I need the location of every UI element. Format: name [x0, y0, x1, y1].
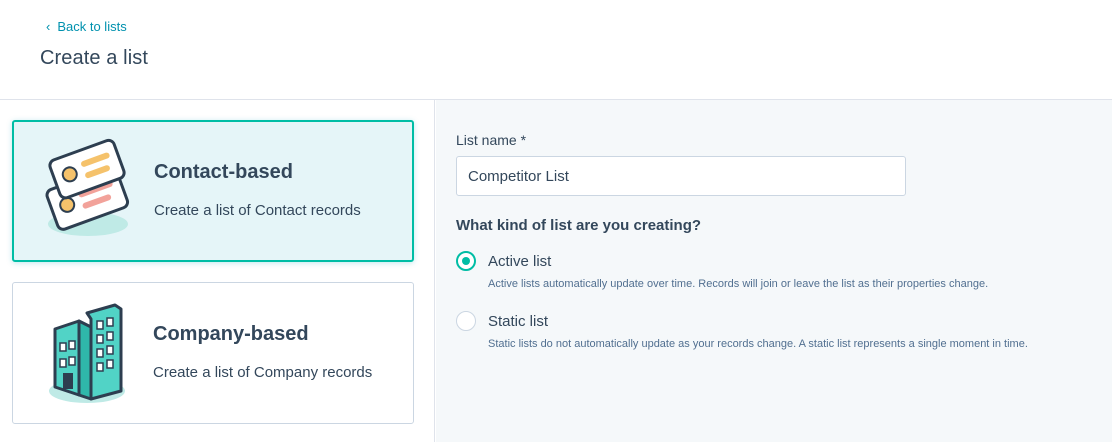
back-to-lists-link[interactable]: ‹ Back to lists	[46, 19, 127, 34]
company-based-card[interactable]: Company-based Create a list of Company r…	[12, 282, 414, 424]
list-kind-question: What kind of list are you creating?	[456, 217, 702, 234]
back-link-label: Back to lists	[57, 19, 127, 34]
active-list-radio[interactable]	[456, 251, 476, 271]
list-name-input[interactable]	[456, 156, 906, 196]
list-type-panel: Contact-based Create a list of Contact r…	[0, 100, 435, 442]
chevron-left-icon: ‹	[46, 19, 51, 34]
list-name-label: List name *	[456, 132, 527, 148]
active-list-option[interactable]: Active list	[456, 251, 551, 271]
static-list-radio[interactable]	[456, 311, 476, 331]
active-list-label: Active list	[488, 252, 552, 270]
list-details-panel: List name * What kind of list are you cr…	[436, 100, 1112, 442]
page-header: ‹ Back to lists Create a list	[0, 0, 1112, 100]
static-list-help: Static lists do not automatically update…	[488, 338, 1028, 350]
contact-cards-icon	[45, 138, 130, 236]
card-title: Company-based	[153, 323, 309, 345]
page-title: Create a list	[40, 47, 149, 69]
contact-based-card[interactable]: Contact-based Create a list of Contact r…	[12, 120, 414, 262]
active-list-help: Active lists automatically update over t…	[488, 278, 989, 290]
building-icon	[49, 303, 125, 403]
card-description: Create a list of Company records	[153, 364, 373, 381]
static-list-option[interactable]: Static list	[456, 311, 548, 331]
card-title: Contact-based	[154, 161, 293, 183]
card-description: Create a list of Contact records	[154, 202, 361, 219]
static-list-label: Static list	[488, 312, 549, 330]
